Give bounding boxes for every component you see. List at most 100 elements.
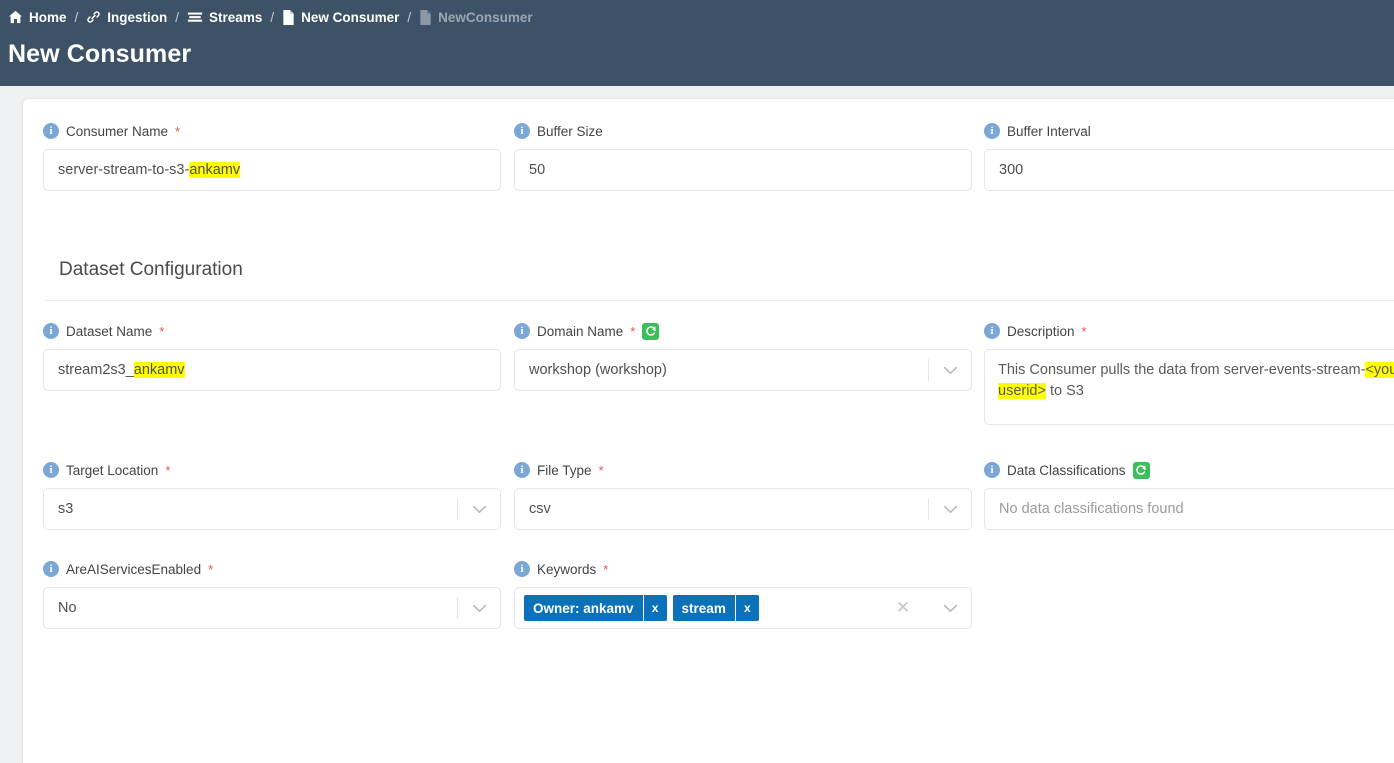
field-consumer-name: i Consumer Name * server-stream-to-s3- an… [43,122,501,191]
info-icon[interactable]: i [984,462,1000,478]
file-type-value: csv [529,501,551,517]
dataset-name-input[interactable]: stream2s3_ ankamv [43,349,501,391]
description-text-after: to S3 [1045,383,1084,399]
dataset-name-value-highlight: ankamv [133,362,185,378]
breadcrumb-label: New Consumer [301,9,400,25]
consumer-name-value-highlight: ankamv [189,162,241,178]
field-label-text: AreAIServicesEnabled [66,561,202,577]
breadcrumb: Home / Ingestion / Streams / New Consume… [8,6,1394,28]
chevron-down-icon[interactable] [458,505,500,514]
section-title-dataset-configuration: Dataset Configuration [59,259,243,280]
field-label-text: Consumer Name [66,123,169,139]
info-icon[interactable]: i [984,123,1000,139]
file-icon [419,9,432,25]
required-asterisk: * [630,323,636,339]
consumer-name-input[interactable]: server-stream-to-s3- ankamv [43,149,501,191]
info-icon[interactable]: i [984,323,1000,339]
info-icon[interactable]: i [43,123,59,139]
chevron-down-icon[interactable] [929,366,971,375]
clear-all-keywords-icon[interactable]: ✕ [889,598,917,618]
label-ai-services-enabled: i AreAIServicesEnabled * [43,560,501,578]
info-icon[interactable]: i [514,123,530,139]
breadcrumb-separator: / [175,9,180,25]
keywords-tag-input[interactable]: Owner: ankamv x stream x ✕ [514,587,972,629]
link-icon [86,10,101,24]
ai-services-value: No [58,600,77,616]
description-textarea[interactable]: This Consumer pulls the data from server… [984,349,1394,425]
breadcrumb-label: Ingestion [107,9,168,25]
label-data-classifications: i Data Classifications [984,461,1394,479]
chevron-down-icon[interactable] [929,505,971,514]
field-buffer-interval: i Buffer Interval 300 [984,122,1394,191]
label-description: i Description * [984,322,1394,340]
label-buffer-interval: i Buffer Interval [984,122,1394,140]
info-icon[interactable]: i [514,462,530,478]
refresh-icon[interactable] [642,322,660,340]
field-ai-services-enabled: i AreAIServicesEnabled * No [43,560,501,629]
chevron-down-icon[interactable] [929,604,971,613]
field-label-text: Buffer Interval [1007,123,1091,139]
field-label-text: Domain Name [537,323,624,339]
field-data-classifications: i Data Classifications No data classific… [984,461,1394,530]
breadcrumb-separator: / [74,9,79,25]
field-target-location: i Target Location * s3 [43,461,501,530]
domain-name-select[interactable]: workshop (workshop) [514,349,972,391]
breadcrumb-item-new-consumer[interactable]: New Consumer [282,9,400,25]
breadcrumb-separator: / [407,9,412,25]
field-label-text: Target Location [66,462,159,478]
field-file-type: i File Type * csv [514,461,972,530]
consumer-name-value: server-stream-to-s3- [58,162,190,178]
breadcrumb-item-home[interactable]: Home [8,10,67,25]
remove-keyword-icon[interactable]: x [642,595,667,621]
field-buffer-size: i Buffer Size 50 [514,122,972,191]
label-keywords: i Keywords * [514,560,972,578]
field-label-text: Dataset Name [66,323,153,339]
target-location-value: s3 [58,501,74,517]
file-type-select[interactable]: csv [514,488,972,530]
field-domain-name: i Domain Name * workshop (workshop) [514,322,972,391]
label-file-type: i File Type * [514,461,972,479]
field-label-text: Description [1007,323,1075,339]
label-target-location: i Target Location * [43,461,501,479]
field-label-text: Data Classifications [1007,462,1126,478]
keyword-tag-label: Owner: ankamv [533,600,634,616]
label-domain-name: i Domain Name * [514,322,972,340]
info-icon[interactable]: i [514,323,530,339]
page-title: New Consumer [8,40,192,68]
breadcrumb-label: NewConsumer [438,9,533,25]
info-icon[interactable]: i [43,462,59,478]
keyword-tag: Owner: ankamv x [524,595,667,621]
keyword-tag-label: stream [681,600,726,616]
data-classifications-input[interactable]: No data classifications found [984,488,1394,530]
buffer-size-input[interactable]: 50 [514,149,972,191]
ai-services-select[interactable]: No [43,587,501,629]
label-dataset-name: i Dataset Name * [43,322,501,340]
info-icon[interactable]: i [43,323,59,339]
required-asterisk: * [165,462,171,478]
breadcrumb-item-current: NewConsumer [419,9,533,25]
file-icon [282,9,295,25]
field-label-text: Buffer Size [537,123,603,139]
required-asterisk: * [603,561,609,577]
breadcrumb-label: Streams [209,9,263,25]
remove-keyword-icon[interactable]: x [734,595,759,621]
breadcrumb-item-streams[interactable]: Streams [187,10,262,25]
required-asterisk: * [159,323,165,339]
refresh-icon[interactable] [1132,461,1150,479]
label-buffer-size: i Buffer Size [514,122,972,140]
buffer-interval-input[interactable]: 300 [984,149,1394,191]
chevron-down-icon[interactable] [458,604,500,613]
field-label-text: File Type [537,462,592,478]
page-body: * R i Consumer Name * server-stream-to-s… [0,86,1394,763]
label-consumer-name: i Consumer Name * [43,122,501,140]
required-asterisk: * [598,462,604,478]
field-keywords: i Keywords * Owner: ankamv x stream x ✕ [514,560,972,629]
form-card: * R i Consumer Name * server-stream-to-s… [22,98,1394,763]
breadcrumb-item-ingestion[interactable]: Ingestion [86,10,167,25]
required-asterisk: * [175,123,181,139]
info-icon[interactable]: i [43,561,59,577]
section-divider [45,300,1394,301]
info-icon[interactable]: i [514,561,530,577]
target-location-select[interactable]: s3 [43,488,501,530]
home-icon [8,10,23,24]
